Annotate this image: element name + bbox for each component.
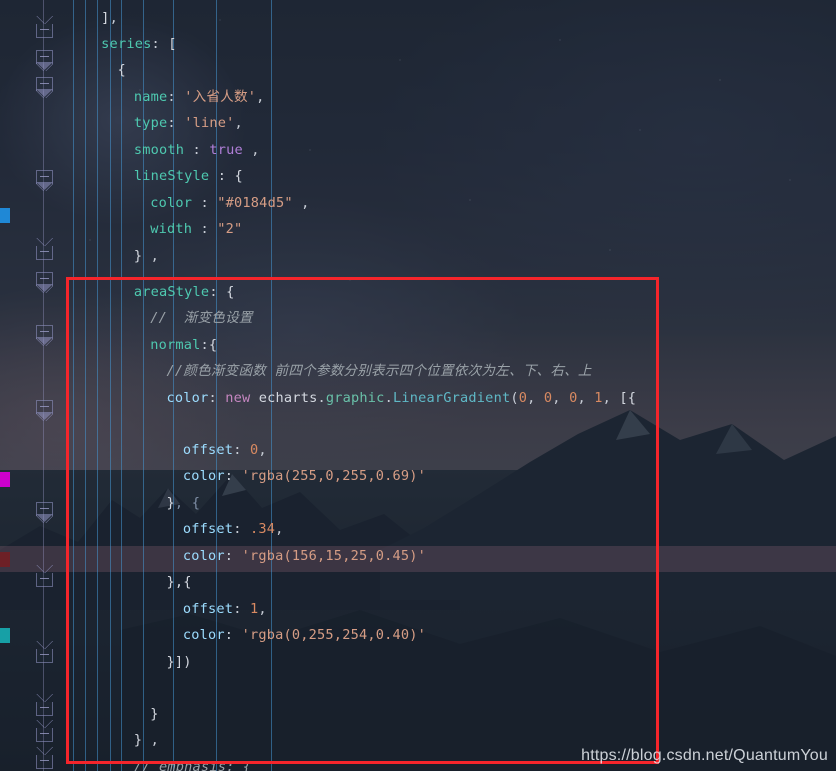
code-token: "2"	[217, 221, 243, 237]
code-line[interactable]: lineStyle : {	[0, 163, 836, 190]
code-token: [	[168, 36, 177, 52]
code-token: ,	[234, 115, 243, 131]
code-line[interactable]: ],	[0, 5, 836, 32]
code-token: :	[192, 221, 218, 237]
code-token: ]	[101, 10, 110, 26]
code-token: }	[133, 248, 143, 264]
code-token: {	[234, 168, 243, 184]
code-token: 'line'	[184, 115, 235, 131]
code-token: smooth	[133, 142, 185, 158]
screenshot-root: ], series: [{name: '入省人数', type: 'line', sm…	[0, 0, 836, 771]
code-token: ,	[256, 89, 265, 105]
code-token: {	[117, 62, 126, 78]
code-token: :	[151, 36, 169, 52]
code-token: '入省人数'	[184, 89, 257, 105]
code-token: series	[101, 36, 152, 52]
code-token: color	[150, 195, 193, 211]
code-token: :	[167, 115, 185, 131]
code-token: type	[133, 115, 168, 131]
red-annotation-rectangle	[66, 277, 659, 764]
code-token: ,	[109, 10, 118, 26]
code-token: true	[209, 142, 243, 158]
code-line[interactable]: type: 'line',	[0, 110, 836, 137]
code-line[interactable]: {	[0, 57, 836, 84]
code-token: width	[150, 221, 193, 237]
code-token: lineStyle	[133, 168, 210, 184]
code-line[interactable]: color : "#0184d5" ,	[0, 190, 836, 217]
code-token: ,	[292, 195, 310, 211]
code-token: :	[167, 89, 185, 105]
code-token: :	[192, 195, 218, 211]
code-line[interactable]: smooth : true ,	[0, 137, 836, 164]
code-token: :	[209, 168, 235, 184]
code-line[interactable]: name: '入省人数',	[0, 84, 836, 111]
code-token: "#0184d5"	[217, 195, 293, 211]
code-token: name	[133, 89, 168, 105]
code-line[interactable]: width : "2"	[0, 216, 836, 243]
blog-watermark: https://blog.csdn.net/QuantumYou	[581, 747, 828, 764]
code-token: ,	[142, 248, 160, 264]
code-line[interactable]: series: [	[0, 31, 836, 58]
code-line[interactable]: } ,	[0, 243, 836, 270]
code-token: ,	[242, 142, 260, 158]
code-token: :	[184, 142, 210, 158]
